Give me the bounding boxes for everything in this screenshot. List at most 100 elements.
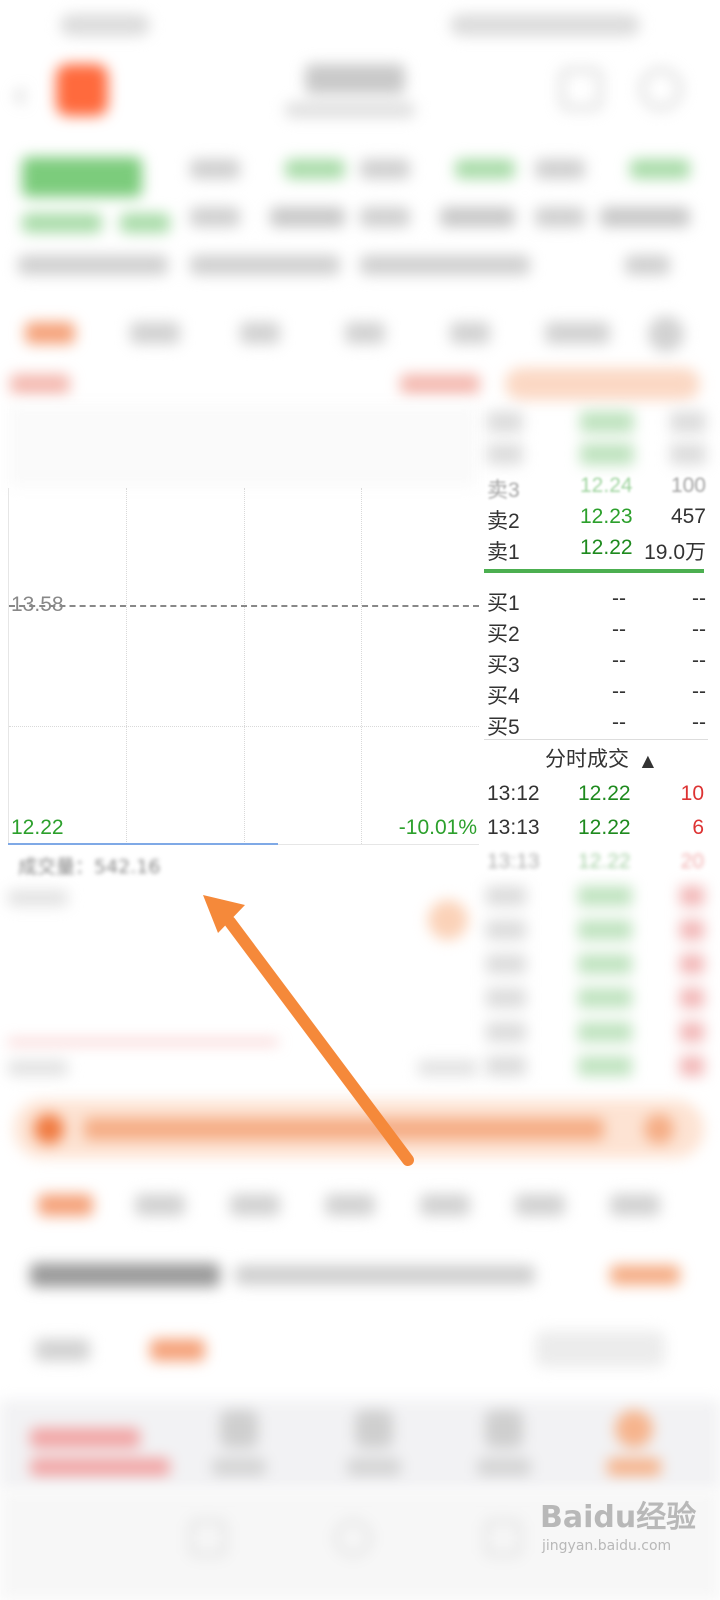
quote-more[interactable] [625, 255, 670, 275]
trade-volume: 10 [680, 782, 704, 805]
grid-line [9, 726, 479, 727]
settings-icon[interactable] [648, 316, 684, 352]
status-signal [60, 14, 150, 36]
promo-pill[interactable] [505, 368, 700, 400]
price-change [22, 213, 102, 233]
back-icon[interactable]: ‹ [12, 72, 28, 118]
nav-item[interactable] [335, 1406, 415, 1486]
filter-tab[interactable] [35, 1339, 90, 1361]
order-book-row-buy-1: 买1 -- -- [480, 585, 708, 616]
quote-label [535, 159, 585, 179]
order-price: 12.23 [580, 505, 633, 528]
tab[interactable] [610, 1194, 660, 1216]
tab[interactable] [135, 1194, 185, 1216]
trades-title: 分时成交 [545, 747, 629, 771]
divider [484, 739, 708, 740]
order-volume: 457 [670, 505, 706, 528]
order-price: 12.24 [580, 474, 633, 497]
order-book-row [480, 441, 708, 472]
order-book-row-sell-2: 卖2 12.23 457 [480, 503, 708, 534]
chart-tabs [0, 308, 720, 358]
caret-up-icon: ▲ [641, 751, 654, 770]
order-book-row-buy-4: 买4 -- -- [480, 678, 708, 709]
chart-top-label [10, 374, 70, 394]
order-label: 买1 [487, 592, 520, 615]
nav-item-trade[interactable] [595, 1406, 675, 1486]
tab[interactable] [515, 1194, 565, 1216]
quote-label [190, 255, 340, 275]
order-label: 卖3 [487, 479, 520, 502]
trade-time: 13:12 [487, 782, 540, 805]
tab[interactable] [230, 1194, 280, 1216]
filter-tab-active[interactable] [150, 1339, 205, 1361]
promo-banner[interactable] [14, 1100, 704, 1158]
order-book: 卖3 12.24 100 卖2 12.23 457 卖1 12.22 19.0万… [480, 405, 708, 740]
tab[interactable] [240, 322, 280, 344]
average-price-line [8, 843, 278, 845]
quote-value [630, 159, 690, 179]
nav-item[interactable] [200, 1406, 280, 1486]
stock-code [285, 102, 415, 118]
price-change-pct [120, 213, 170, 233]
quote-label [190, 207, 240, 227]
tab-more[interactable] [545, 322, 610, 344]
intraday-chart[interactable]: 13.58 12.22 -10.01% [8, 488, 479, 845]
order-label: 买3 [487, 654, 520, 677]
trade-prices-blurred [578, 886, 632, 1086]
order-volume: -- [692, 618, 706, 641]
quote-value [270, 207, 345, 227]
status-icons [450, 14, 640, 36]
quote-label [535, 207, 585, 227]
tab-active[interactable] [25, 322, 75, 344]
tab[interactable] [345, 322, 385, 344]
trade-row: 13:13 12.22 20 [480, 846, 708, 880]
order-book-row [480, 409, 708, 440]
order-volume: -- [692, 649, 706, 672]
trades-list: 13:12 12.22 10 13:13 12.22 6 13:13 12.22… [480, 778, 708, 1088]
trade-volumes-blurred [680, 886, 704, 1086]
tab[interactable] [450, 322, 490, 344]
order-book-row-sell-1: 卖1 12.22 19.0万 [480, 534, 708, 565]
volume-chart [8, 880, 478, 1080]
quote-label [18, 255, 168, 275]
nav-price-change [30, 1458, 170, 1476]
change-pct-label: -10.01% [398, 816, 477, 839]
order-volume: 100 [670, 474, 706, 497]
tab[interactable] [325, 1194, 375, 1216]
tab-active[interactable] [38, 1194, 93, 1216]
stock-name [305, 64, 405, 94]
reference-price-line [9, 605, 479, 607]
current-price [22, 157, 142, 197]
trade-times-blurred [486, 886, 526, 1086]
order-volume: -- [692, 680, 706, 703]
order-book-row-buy-2: 买2 -- -- [480, 616, 708, 647]
news-row[interactable] [0, 1255, 720, 1295]
tab[interactable] [420, 1194, 470, 1216]
bid-ask-separator [484, 569, 704, 573]
nav-item[interactable] [465, 1406, 545, 1486]
share-icon[interactable] [560, 68, 602, 110]
trades-header[interactable]: 分时成交 ▲ [545, 743, 654, 773]
chart-upper-area [8, 405, 478, 487]
back-nav-icon[interactable] [190, 1520, 226, 1556]
filter-dropdown[interactable] [535, 1331, 665, 1367]
watermark-url: jingyan.baidu.com [542, 1538, 672, 1554]
recents-nav-icon[interactable] [485, 1520, 521, 1556]
trade-volume: 20 [680, 850, 704, 873]
trade-time: 13:13 [487, 816, 540, 839]
home-nav-icon[interactable] [335, 1520, 371, 1556]
reference-price-label: 13.58 [11, 593, 64, 616]
quote-value [600, 207, 690, 227]
quote-label [190, 159, 240, 179]
sub-filter-row [0, 1325, 720, 1385]
quote-summary [0, 145, 720, 295]
order-label: 卖2 [487, 510, 520, 533]
status-bar [0, 0, 720, 48]
lower-tabs [0, 1180, 720, 1230]
tab[interactable] [130, 322, 180, 344]
search-icon[interactable] [640, 68, 682, 110]
trade-row: 13:13 12.22 6 [480, 812, 708, 846]
order-book-row-sell-3: 卖3 12.24 100 [480, 472, 708, 503]
app-header: ‹ [0, 50, 720, 140]
quote-label [360, 207, 410, 227]
